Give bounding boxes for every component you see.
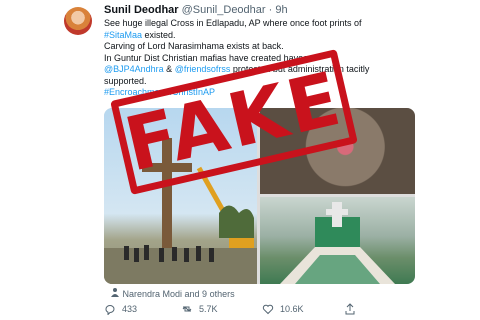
tweet-text-span: supported. [104, 75, 147, 86]
tweet-header: Sunil Deodhar @Sunil_Deodhar · 9h [104, 4, 288, 16]
person-tag-icon [111, 288, 119, 297]
tweet-text-line: In Guntur Dist Christian mafias have cre… [104, 53, 404, 65]
tweet-text-span: In Guntur Dist Christian mafias have cre… [104, 52, 311, 63]
tweet-link[interactable]: #SitaMaa [104, 30, 142, 40]
tweet-text-line: #SitaMaa existed. [104, 30, 404, 42]
avatar[interactable] [64, 7, 92, 35]
retweet-button[interactable]: 5.7K [181, 303, 218, 315]
tweet-text-span: & [163, 64, 175, 74]
tweet-text-line: See huge illegal Cross in Edlapadu, AP w… [104, 18, 404, 30]
like-icon [262, 304, 274, 315]
reply-icon [105, 305, 115, 315]
media-tag[interactable]: Narendra Modi and 9 others [110, 287, 235, 299]
share-button[interactable] [344, 303, 356, 315]
author-name[interactable]: Sunil Deodhar [104, 4, 179, 16]
like-button[interactable]: 10.6K [262, 303, 304, 315]
tweet-link[interactable]: @friendsofrss [175, 64, 231, 74]
tweet-time[interactable]: 9h [275, 4, 287, 16]
like-count: 10.6K [280, 304, 304, 314]
tweet-link[interactable]: @BJP4Andhra [104, 64, 164, 74]
reply-button[interactable]: 433 [104, 303, 137, 315]
separator-dot: · [268, 4, 273, 16]
retweet-count: 5.7K [199, 304, 218, 314]
tweet-text-line: Carving of Lord Narasimhama exists at ba… [104, 41, 404, 53]
media-tag-text: Narendra Modi and 9 others [122, 289, 235, 299]
author-handle[interactable]: @Sunil_Deodhar [182, 4, 266, 16]
tweet-card[interactable]: Sunil Deodhar @Sunil_Deodhar · 9h See hu… [0, 0, 480, 320]
share-icon [345, 303, 355, 315]
retweet-icon [182, 306, 192, 312]
reply-count: 433 [122, 304, 138, 314]
action-bar: 433 5.7K 10.6K [104, 300, 415, 318]
tweet-text-span: See huge illegal Cross in Edlapadu, AP w… [104, 18, 362, 28]
tweet-text-span: Carving of Lord Narasimhama exists at ba… [104, 41, 284, 51]
tweet-text-span: existed. [142, 29, 176, 40]
media-image-shrine[interactable] [260, 197, 415, 284]
